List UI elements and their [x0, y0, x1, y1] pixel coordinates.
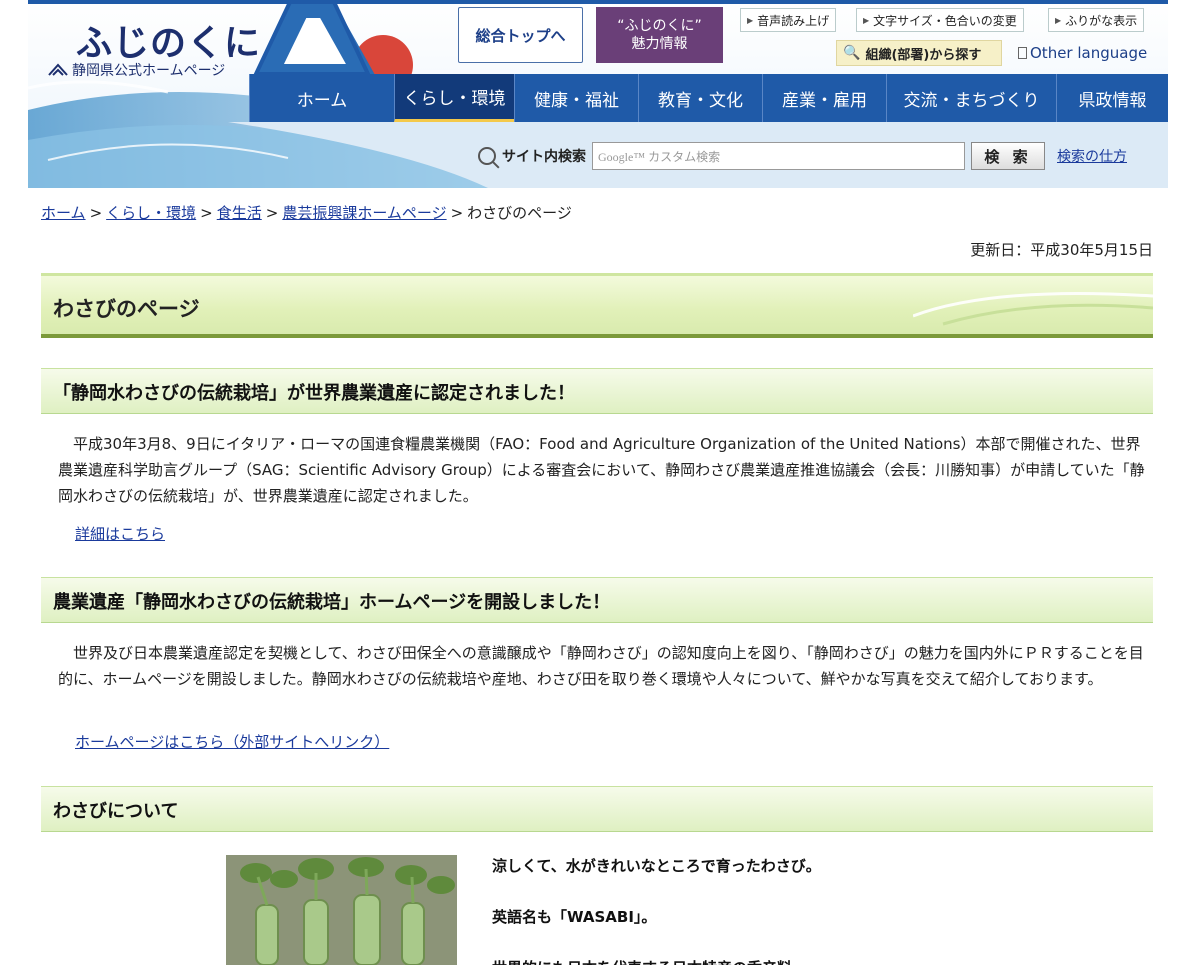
- wasabi-text-line: 英語名も「WASABI」。: [492, 908, 657, 926]
- site-logo-subtitle[interactable]: 静岡県公式ホームページ: [48, 60, 225, 80]
- util-label: 音声読み上げ: [757, 13, 830, 28]
- util-label: 文字サイズ・色合いの変更: [873, 13, 1017, 28]
- site-search-label: サイト内検索: [478, 146, 586, 166]
- fujinokuni-miryoku-button[interactable]: “ふじのくに” 魅力情報: [596, 7, 723, 63]
- triangle-right-icon: ▶: [1055, 15, 1062, 25]
- page-title-banner: わさびのページ: [41, 273, 1153, 338]
- breadcrumb-home[interactable]: ホーム: [41, 204, 86, 222]
- section-heading-text: 農業遺産「静岡水わさびの伝統栽培」ホームページを開設しました！: [53, 592, 611, 613]
- breadcrumb-separator: >: [450, 204, 464, 222]
- site-logo[interactable]: ふじのくに: [76, 14, 261, 66]
- section-heading-text: わさびについて: [53, 801, 179, 822]
- section-heading-about-wasabi: わさびについて: [41, 786, 1153, 832]
- section-heading-homepage: 農業遺産「静岡水わさびの伝統栽培」ホームページを開設しました！: [41, 577, 1153, 623]
- top-page-button[interactable]: 総合トップへ: [458, 7, 583, 63]
- nav-koryu[interactable]: 交流・まちづくり: [886, 74, 1056, 122]
- nav-kenko[interactable]: 健康・福祉: [514, 74, 638, 122]
- section-heading-text: 「静岡水わさびの伝統栽培」が世界農業遺産に認定されました！: [53, 383, 575, 404]
- search-button[interactable]: 検 索: [971, 142, 1045, 170]
- details-link[interactable]: 詳細はこちら: [75, 523, 165, 544]
- furigana-button[interactable]: ▶ ふりがな表示: [1048, 8, 1145, 32]
- triangle-right-icon: ▶: [747, 15, 754, 25]
- org-search-label: 組織(部署)から探す: [865, 47, 982, 63]
- nav-kyoiku[interactable]: 教育・文化: [638, 74, 762, 122]
- breadcrumb-kurashi[interactable]: くらし・環境: [106, 204, 196, 222]
- nav-kensei[interactable]: 県政情報: [1056, 74, 1168, 122]
- global-nav: ホーム くらし・環境 健康・福祉 教育・文化 産業・雇用 交流・まちづくり 県政…: [249, 74, 1168, 122]
- search-icon: [478, 147, 496, 165]
- breadcrumb-current: わさびのページ: [467, 204, 572, 222]
- external-homepage-link[interactable]: ホームページはこちら（外部サイトへリンク）: [75, 731, 389, 752]
- util-label: ふりがな表示: [1065, 13, 1138, 28]
- wasabi-text-line: 世界的にも日本を代表する日本特産の香辛料。: [492, 957, 807, 965]
- title-wave-decoration: [913, 292, 1153, 326]
- breadcrumb-separator: >: [265, 204, 279, 222]
- text-to-speech-button[interactable]: ▶ 音声読み上げ: [740, 8, 837, 32]
- font-color-settings-button[interactable]: ▶ 文字サイズ・色合いの変更: [856, 8, 1024, 32]
- site-logo-subtitle-text: 静岡県公式ホームページ: [72, 63, 226, 79]
- document-icon: [1018, 47, 1027, 59]
- page-title: わさびのページ: [53, 297, 200, 321]
- section-heading-giahs: 「静岡水わさびの伝統栽培」が世界農業遺産に認定されました！: [41, 368, 1153, 414]
- org-search-button[interactable]: 🔍 組織(部署)から探す: [836, 40, 1002, 66]
- prefecture-emblem-icon: [48, 63, 68, 76]
- site-search: サイト内検索 Google™ カスタム検索 検 索 検索の仕方: [478, 142, 1127, 170]
- wasabi-illustration: [226, 855, 457, 965]
- section-body: 世界及び日本農業遺産認定を契機として、わさび田保全への意識醸成や「静岡わさび」の…: [58, 644, 1144, 688]
- miryoku-line2: 魅力情報: [631, 36, 688, 52]
- wasabi-photo: [226, 855, 457, 965]
- search-help-link[interactable]: 検索の仕方: [1057, 146, 1127, 166]
- nav-home[interactable]: ホーム: [249, 74, 394, 122]
- breadcrumb: ホーム > くらし・環境 > 食生活 > 農芸振興課ホームページ > わさびのページ: [41, 202, 572, 223]
- updated-date: 更新日：平成30年5月15日: [970, 241, 1153, 259]
- triangle-right-icon: ▶: [863, 15, 870, 25]
- search-icon: 🔍: [843, 45, 861, 61]
- nav-kurashi[interactable]: くらし・環境: [394, 74, 514, 122]
- section-body: 平成30年3月8、9日にイタリア・ローマの国連食糧農業機関（FAO：Food a…: [58, 435, 1145, 505]
- breadcrumb-separator: >: [200, 204, 213, 222]
- other-language-label: Other language: [1030, 44, 1148, 62]
- breadcrumb-separator: >: [89, 204, 103, 222]
- other-language-link[interactable]: Other language: [1018, 44, 1147, 62]
- wasabi-text-line: 涼しくて、水がきれいなところで育ったわさび。: [492, 857, 821, 875]
- site-header: ふじのくに 静岡県公式ホームページ 総合トップへ “ふじのくに” 魅力情報 ▶ 音…: [28, 0, 1168, 188]
- nav-sangyo[interactable]: 産業・雇用: [762, 74, 886, 122]
- miryoku-line1: “ふじのくに”: [617, 18, 702, 34]
- site-search-label-text: サイト内検索: [502, 149, 586, 165]
- search-input[interactable]: Google™ カスタム検索: [592, 142, 965, 170]
- breadcrumb-nogei[interactable]: 農芸振興課ホームページ: [282, 204, 446, 222]
- breadcrumb-shokuseikatsu[interactable]: 食生活: [217, 204, 262, 222]
